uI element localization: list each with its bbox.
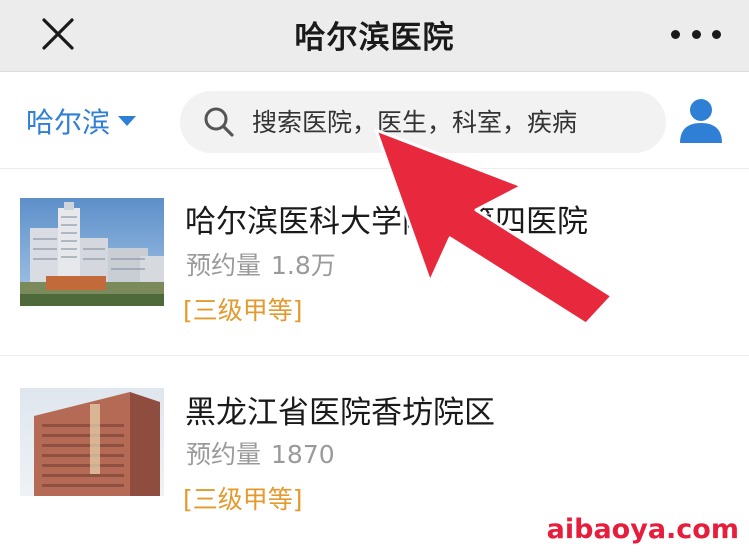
top-nav-bar: 哈尔滨医院 [0, 0, 749, 72]
more-dots-icon [712, 29, 721, 39]
search-row: 哈尔滨 [0, 73, 749, 169]
caret-down-icon [118, 116, 137, 126]
hospital-list-item[interactable]: 哈尔滨医科大学附属第四医院 预约量 1.8万 [三级甲等] [0, 170, 749, 356]
user-icon[interactable] [678, 97, 724, 145]
more-dots-icon [691, 29, 701, 39]
hospital-grade-badge: [三级甲等] [183, 296, 303, 325]
booking-count: 预约量 1.8万 [186, 246, 336, 282]
booking-count: 预约量 1870 [186, 435, 335, 471]
booking-value: 1.8万 [271, 251, 336, 280]
watermark: aibaoya.com [546, 514, 739, 545]
booking-value: 1870 [271, 440, 335, 469]
hospital-photo [20, 388, 164, 496]
search-box[interactable] [180, 91, 666, 153]
more-options-button[interactable] [671, 24, 721, 44]
search-input[interactable] [252, 107, 632, 137]
hospital-photo [20, 198, 164, 306]
booking-label: 预约量 [186, 440, 262, 469]
city-label: 哈尔滨 [26, 106, 111, 139]
search-icon [204, 107, 234, 137]
hospital-name: 哈尔滨医科大学附属第四医院 [185, 204, 588, 240]
hospital-name: 黑龙江省医院香坊院区 [185, 395, 495, 431]
hospital-grade-badge: [三级甲等] [183, 485, 303, 514]
page-title: 哈尔滨医院 [294, 20, 455, 56]
booking-label: 预约量 [186, 251, 262, 280]
city-selector[interactable]: 哈尔滨 [26, 101, 137, 141]
more-dots-icon [671, 29, 680, 39]
